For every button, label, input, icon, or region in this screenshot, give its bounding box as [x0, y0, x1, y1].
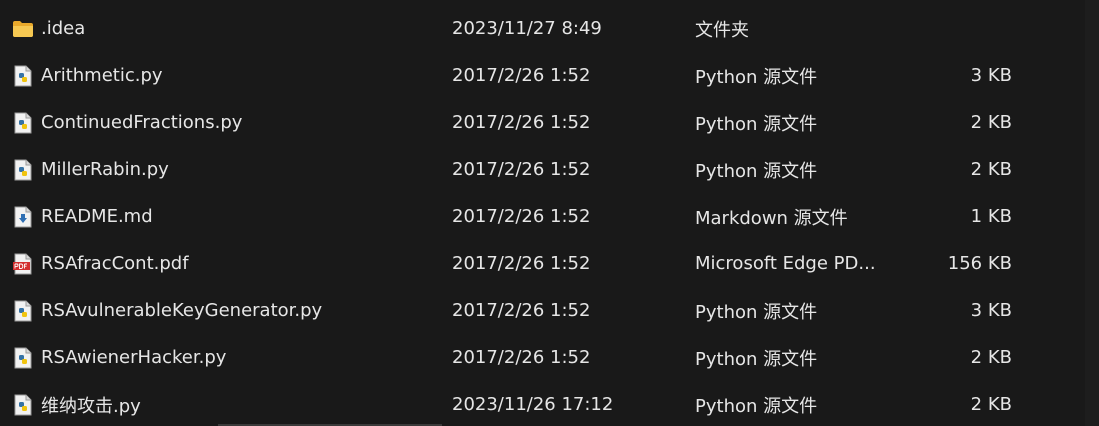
file-size: 2 KB: [970, 159, 1012, 180]
file-type: 文件夹: [695, 19, 749, 41]
file-date: 2017/2/26 1:52: [452, 65, 591, 86]
file-type: Python 源文件: [695, 113, 818, 135]
file-type: Python 源文件: [695, 395, 818, 417]
file-name: ContinuedFractions.py: [41, 112, 243, 133]
file-size: 3 KB: [970, 300, 1012, 321]
file-name: RSAwienerHacker.py: [41, 347, 227, 368]
file-type: Python 源文件: [695, 160, 818, 182]
file-type: Markdown 源文件: [695, 207, 848, 229]
file-row-arithmetic[interactable]: Arithmetic.py 2017/2/26 1:52 Python 源文件 …: [0, 52, 1080, 99]
file-date: 2023/11/27 8:49: [452, 18, 602, 39]
folder-icon: [12, 18, 34, 40]
file-date: 2017/2/26 1:52: [452, 206, 591, 227]
python-file-icon: [12, 65, 34, 87]
file-name: .idea: [41, 18, 86, 39]
file-size: 2 KB: [970, 394, 1012, 415]
pdf-file-icon: [12, 253, 34, 275]
file-size: 2 KB: [970, 112, 1012, 133]
file-row-readme[interactable]: README.md 2017/2/26 1:52 Markdown 源文件 1 …: [0, 193, 1080, 240]
file-type: Python 源文件: [695, 348, 818, 370]
file-name: RSAvulnerableKeyGenerator.py: [41, 300, 323, 321]
file-row-continued-fractions[interactable]: ContinuedFractions.py 2017/2/26 1:52 Pyt…: [0, 99, 1080, 146]
file-size: 1 KB: [970, 206, 1012, 227]
file-name: MillerRabin.py: [41, 159, 169, 180]
file-row-idea[interactable]: .idea 2023/11/27 8:49 文件夹: [0, 5, 1080, 52]
file-date: 2023/11/26 17:12: [452, 394, 614, 415]
file-row-wiener-attack[interactable]: 维纳攻击.py 2023/11/26 17:12 Python 源文件 2 KB: [0, 381, 1080, 426]
file-list: .idea 2023/11/27 8:49 文件夹 Arithmetic.py …: [0, 0, 1099, 426]
python-file-icon: [12, 300, 34, 322]
vertical-scrollbar-track[interactable]: [1085, 0, 1099, 426]
file-size: 3 KB: [970, 65, 1012, 86]
file-row-miller-rabin[interactable]: MillerRabin.py 2017/2/26 1:52 Python 源文件…: [0, 146, 1080, 193]
python-file-icon: [12, 394, 34, 416]
file-name: 维纳攻击.py: [41, 395, 141, 417]
file-row-rsawiener[interactable]: RSAwienerHacker.py 2017/2/26 1:52 Python…: [0, 334, 1080, 381]
file-date: 2017/2/26 1:52: [452, 112, 591, 133]
file-type: Python 源文件: [695, 66, 818, 88]
file-size: 2 KB: [970, 347, 1012, 368]
file-type: Microsoft Edge PD...: [695, 253, 876, 274]
file-date: 2017/2/26 1:52: [452, 300, 591, 321]
file-name: Arithmetic.py: [41, 65, 163, 86]
python-file-icon: [12, 159, 34, 181]
markdown-file-icon: [12, 206, 34, 228]
file-date: 2017/2/26 1:52: [452, 347, 591, 368]
file-row-rsavulnerable[interactable]: RSAvulnerableKeyGenerator.py 2017/2/26 1…: [0, 287, 1080, 334]
file-row-rsafraccont[interactable]: RSAfracCont.pdf 2017/2/26 1:52 Microsoft…: [0, 240, 1080, 287]
python-file-icon: [12, 112, 34, 134]
file-date: 2017/2/26 1:52: [452, 253, 591, 274]
file-type: Python 源文件: [695, 301, 818, 323]
file-name: README.md: [41, 206, 153, 227]
file-name: RSAfracCont.pdf: [41, 253, 189, 274]
file-size: 156 KB: [947, 253, 1012, 274]
python-file-icon: [12, 347, 34, 369]
file-date: 2017/2/26 1:52: [452, 159, 591, 180]
